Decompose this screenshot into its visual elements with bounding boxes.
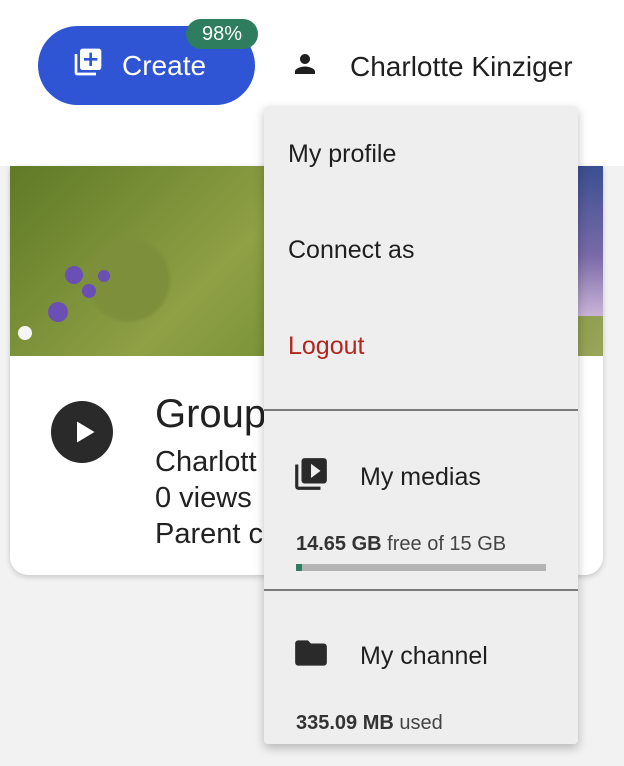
folder-icon: [292, 634, 330, 679]
menu-item-connect-as[interactable]: Connect as: [264, 202, 578, 298]
channel-storage-value: 335.09 MB: [296, 712, 394, 734]
media-parent: Parent c: [155, 518, 263, 550]
menu-item-logout[interactable]: Logout: [264, 298, 578, 394]
storage-progress-bar: [296, 564, 546, 571]
media-author: Charlott: [155, 446, 257, 478]
medias-storage-suffix: free of 15 GB: [387, 533, 507, 555]
person-icon: [290, 49, 320, 86]
play-icon[interactable]: [51, 401, 113, 463]
media-views: 0 views: [155, 482, 252, 514]
menu-item-my-channel[interactable]: My channel: [292, 634, 488, 679]
menu-item-my-medias[interactable]: My medias: [292, 455, 481, 500]
medias-storage-text: 14.65 GB free of 15 GB: [296, 533, 506, 556]
medias-storage-value: 14.65 GB: [296, 533, 382, 555]
video-library-icon: [292, 455, 330, 500]
my-channel-label: My channel: [360, 642, 488, 670]
channel-storage-suffix: used: [399, 712, 443, 734]
upload-progress-badge: 98%: [186, 19, 258, 49]
user-menu-button[interactable]: Charlotte Kinziger: [290, 46, 573, 88]
menu-divider: [264, 409, 578, 411]
user-dropdown-menu: My profile Connect as Logout My medias 1…: [264, 106, 578, 744]
storage-progress-fill: [296, 564, 302, 571]
user-name: Charlotte Kinziger: [350, 51, 573, 82]
media-title[interactable]: Group: [155, 392, 266, 437]
menu-divider: [264, 589, 578, 591]
menu-item-my-profile[interactable]: My profile: [264, 106, 578, 202]
create-label: Create: [122, 49, 207, 81]
my-medias-label: My medias: [360, 463, 481, 491]
channel-storage-text: 335.09 MB used: [296, 712, 443, 735]
add-library-icon: [72, 46, 104, 85]
